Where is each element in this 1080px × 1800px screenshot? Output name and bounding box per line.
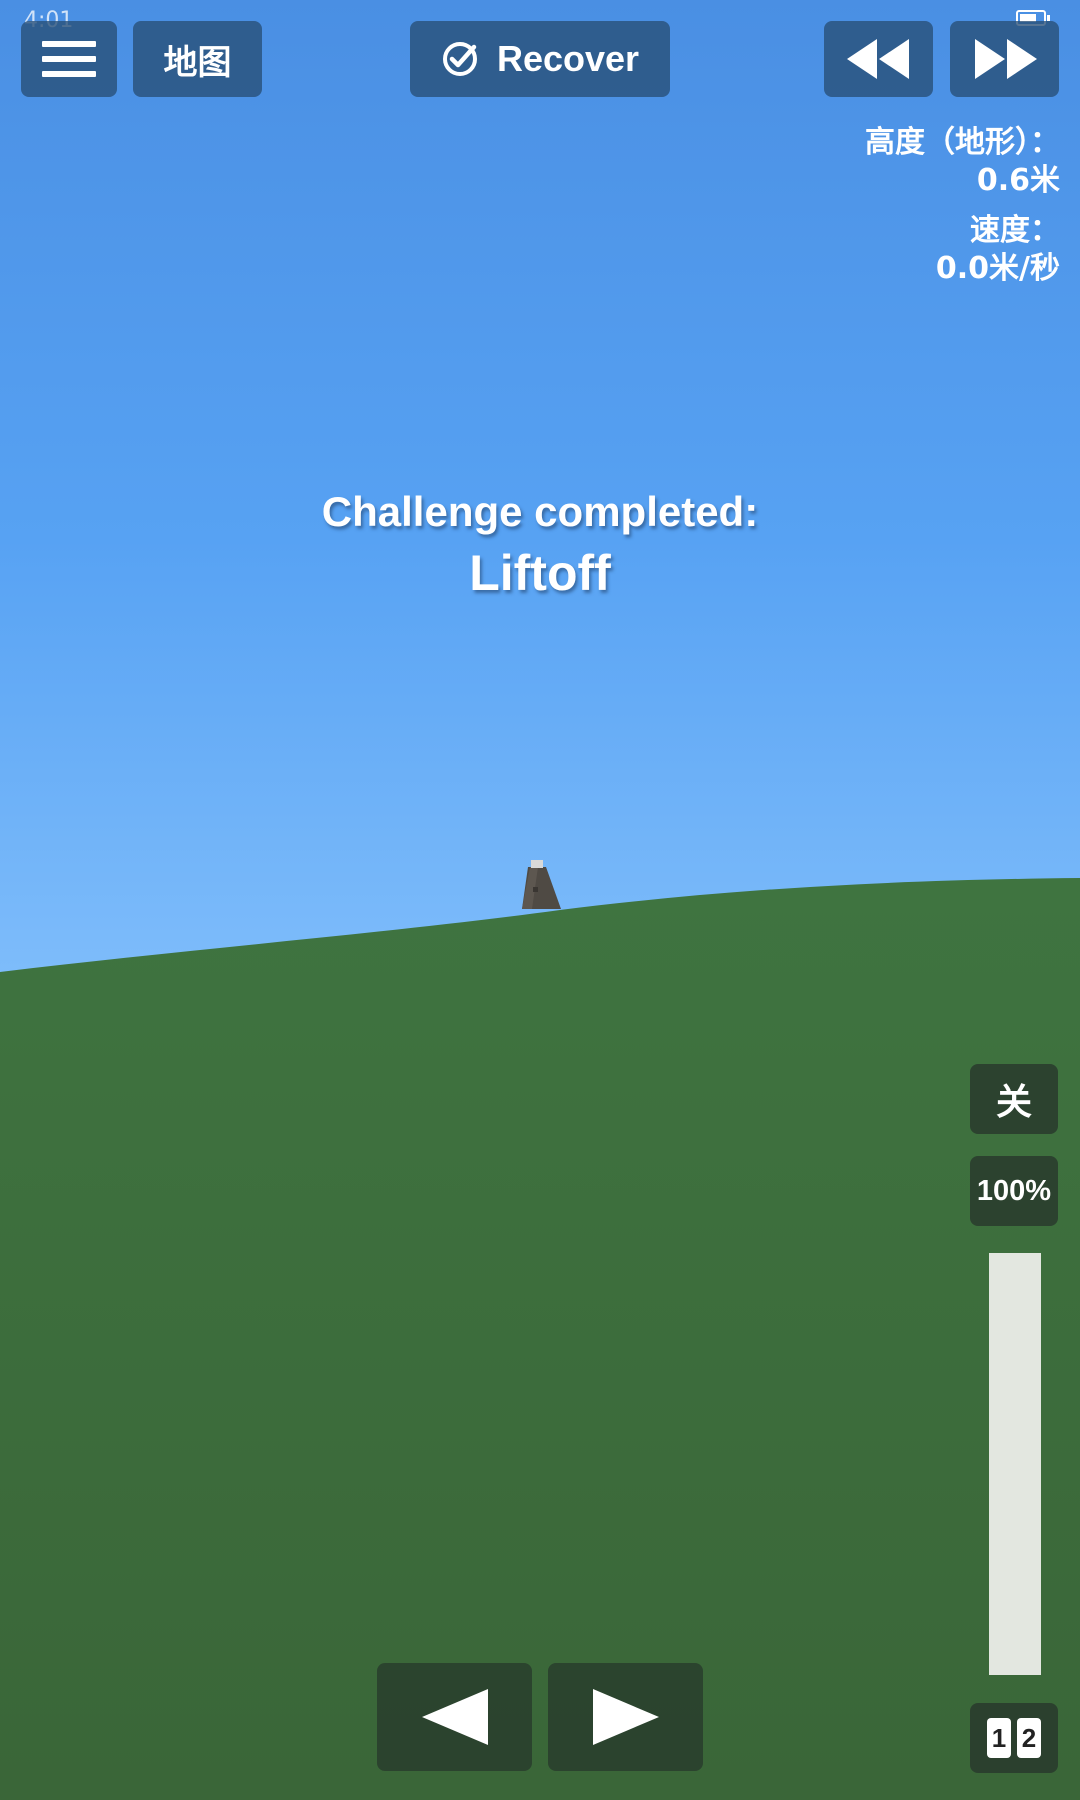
engine-toggle-button[interactable]: 关 xyxy=(970,1064,1058,1134)
terrain xyxy=(0,860,1080,1800)
rewind-icon xyxy=(846,39,909,79)
previous-button[interactable] xyxy=(377,1663,532,1771)
capsule[interactable] xyxy=(522,860,561,909)
triangle-left-icon xyxy=(421,1689,488,1745)
stage-digit-2: 2 xyxy=(1017,1718,1041,1758)
fast-forward-icon xyxy=(974,39,1037,79)
stage-digit-1: 1 xyxy=(987,1718,1011,1758)
hamburger-menu-icon xyxy=(42,41,96,77)
map-button[interactable]: 地图 xyxy=(133,21,262,97)
grass-hill xyxy=(0,878,1080,1800)
fast-forward-button[interactable] xyxy=(950,21,1059,97)
challenge-completed-title: Challenge completed: xyxy=(321,488,759,535)
recover-label: Recover xyxy=(496,38,640,79)
recover-button[interactable]: Recover xyxy=(410,21,670,97)
game-viewport[interactable]: 4:01 地图 Recover 高度（地形）： 0.6米 速度： 0.0米/秒 … xyxy=(0,0,1080,1800)
triangle-right-icon xyxy=(592,1689,659,1745)
stage-button[interactable]: 1 2 xyxy=(970,1703,1058,1773)
throttle-percent-button[interactable]: 100% xyxy=(970,1156,1058,1226)
challenge-name: Liftoff xyxy=(469,545,611,601)
speed-value: 0.0米/秒 xyxy=(935,251,1060,286)
speed-label: 速度： xyxy=(970,213,1060,248)
menu-button[interactable] xyxy=(21,21,117,97)
throttle-slider[interactable] xyxy=(989,1253,1041,1675)
next-button[interactable] xyxy=(548,1663,703,1771)
altitude-label: 高度（地形）： xyxy=(865,125,1060,160)
altitude-value: 0.6米 xyxy=(976,163,1060,198)
rewind-button[interactable] xyxy=(824,21,933,97)
check-circle-icon xyxy=(441,40,479,78)
